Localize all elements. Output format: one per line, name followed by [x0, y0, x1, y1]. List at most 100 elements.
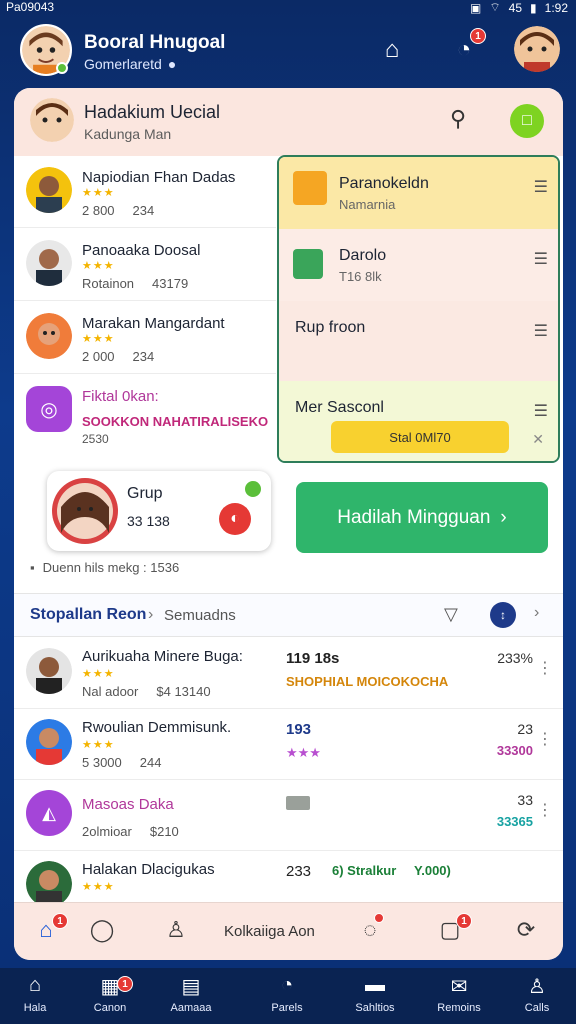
row-name: Masoas Daka [82, 796, 174, 813]
settings-icon[interactable]: ⟳ [510, 917, 542, 943]
more-icon[interactable]: ⋮ [537, 729, 553, 749]
tab-active[interactable]: Stopallan Reon [30, 606, 146, 624]
side-panel: Paranokeldn Namarnia ☰ Darolo T16 8lk ☰ … [277, 155, 560, 463]
add-button[interactable]: □ [510, 104, 544, 138]
user-avatar[interactable] [514, 26, 560, 72]
signal-text: 45 [508, 0, 523, 15]
user-name: Napiodian Fhan Dadas [82, 169, 236, 186]
nav-label: Sahltios [355, 1002, 395, 1014]
weekly-reward-button[interactable]: Hadilah Mingguan › [296, 482, 548, 553]
side-item[interactable]: Rup froon ☰ [279, 301, 558, 381]
side-item[interactable]: Paranokeldn Namarnia ☰ [279, 157, 558, 229]
box-icon [293, 171, 327, 205]
home-icon[interactable]: ⌂ [372, 30, 412, 70]
row-name: Halakan Dlacigukas [82, 861, 215, 878]
home-badge: 1 [52, 913, 68, 929]
close-icon[interactable]: ✕ [532, 431, 544, 448]
main-card: Hadakium Uecial Kadunga Man ⚲ □ Napiodia… [14, 88, 563, 960]
person-icon: ♙ [528, 976, 546, 998]
nav-profile[interactable]: ♙ Calls [504, 974, 570, 1014]
coin-count: 2 000 [82, 349, 115, 364]
chevron-right-icon: › [500, 506, 507, 528]
sort-button[interactable]: ↕ [490, 602, 516, 628]
row-percent: 23 [517, 721, 533, 737]
user-avatar [26, 719, 72, 765]
location-icon: ● [167, 56, 177, 72]
list-row[interactable]: ◭ Masoas Daka 2olmioar $210 33 33365 ⋮ [14, 780, 563, 851]
side-item-title: Rup froon [295, 319, 366, 336]
list-row[interactable]: Aurikuaha Minere Buga: ★★★ Nal adoor $4 1… [14, 638, 563, 709]
gift-badge: 1 [456, 913, 472, 929]
gift-count: 234 [132, 203, 155, 218]
user-avatar [26, 167, 72, 213]
weekly-reward-label: Hadilah Mingguan [337, 506, 491, 528]
nav-mail[interactable]: ✉ Remoins [426, 974, 492, 1014]
user-item[interactable]: Napiodian Fhan Dadas ★★★ 2 800 234 [14, 155, 276, 228]
nav-label: Aamaaa [170, 1002, 212, 1014]
home-icon[interactable]: ⌂ 1 [30, 913, 68, 943]
news-icon: ▤ [181, 976, 201, 998]
app-title: Booral Hnugoal [84, 32, 226, 53]
more-icon[interactable]: ⋮ [537, 658, 553, 678]
filter-icon[interactable]: ▽ [444, 604, 458, 625]
nav-chat[interactable]: ◔ Parels [254, 974, 320, 1014]
chat-icon[interactable]: ◯ [86, 917, 118, 943]
card-subtitle: Kadunga Man [84, 126, 172, 142]
row-name: Rwoulian Demmisunk. [82, 719, 232, 736]
side-item-sub: T16 8lk [339, 269, 382, 284]
user-meta-2: 43179 [152, 276, 189, 291]
card-nav-center[interactable]: Kolkaiiga Aon [224, 923, 315, 940]
gift-icon[interactable]: ▢ 1 [434, 913, 472, 943]
comment-icon[interactable]: ◌ [354, 913, 386, 943]
user-avatar [26, 240, 72, 286]
nav-home[interactable]: ⌂ Hala [2, 974, 68, 1014]
row-value: 119 18s [286, 650, 340, 667]
more-icon[interactable]: ⋮ [537, 800, 553, 820]
sort-icon[interactable]: ☰ [534, 321, 548, 341]
user-item[interactable]: ◎ Fiktal 0kan: SOOKKON NAHATIRALISEKO 25… [14, 374, 276, 462]
rating-stars: ★★★ [82, 187, 115, 199]
person-icon[interactable]: ♙ [160, 917, 192, 943]
ticket-icon [286, 796, 310, 810]
card-header: Hadakium Uecial Kadunga Man ⚲ □ [14, 88, 563, 156]
user-avatar [26, 861, 72, 907]
row-name: Aurikuaha Minere Buga: [82, 648, 243, 665]
user-name: Marakan Mangardant [82, 315, 225, 332]
user-item[interactable]: Panoaaka Doosal ★★★ Rotainon 43179 [14, 228, 276, 301]
group-card[interactable]: Grup 33 138 ◐ [47, 471, 271, 551]
sort-icon[interactable]: ☰ [534, 249, 548, 269]
sort-icon[interactable]: ☰ [534, 401, 548, 421]
user-name: Panoaaka Doosal [82, 242, 201, 259]
row-value: 193 [286, 721, 312, 738]
gift-count: 234 [132, 349, 155, 364]
sort-icon[interactable]: ☰ [534, 177, 548, 197]
rating-stars: ★★★ [82, 881, 115, 893]
nav-calendar[interactable]: ▦ Canon 1 [77, 974, 143, 1014]
row-percent-2: 33365 [496, 814, 533, 829]
next-icon[interactable]: › [534, 604, 539, 622]
tab-all[interactable]: Semuadns [164, 607, 236, 624]
row-tag: 6) Stralkur [332, 863, 397, 878]
app-subtitle: Gomerlaretd ● [84, 56, 176, 72]
battery-icon: ▮ [530, 0, 537, 15]
claim-button[interactable]: Stal 0Ml70 [331, 421, 509, 453]
nav-news[interactable]: ▤ Aamaaa [158, 974, 224, 1014]
list-row[interactable]: Rwoulian Demmisunk. ★★★ 5 3000 244 193 ★★… [14, 709, 563, 780]
app-subtitle-text: Gomerlaretd [84, 56, 162, 72]
chevron-right-icon: › [148, 606, 154, 623]
row-meta-2: $210 [149, 824, 179, 839]
row-percent-2: 33300 [496, 743, 533, 758]
nav-label: Parels [271, 1002, 303, 1014]
rating-stars: ★★★ [82, 260, 115, 272]
side-item[interactable]: Mer Sasconl ☰ Stal 0Ml70 ✕ [279, 381, 558, 461]
clock: 1:92 [544, 0, 568, 15]
nav-list[interactable]: ▬ Sahltios [342, 974, 408, 1014]
user-item[interactable]: Marakan Mangardant ★★★ 2 000 234 [14, 301, 276, 374]
chrome-icon: ◐ [219, 503, 251, 535]
coin-count: 2 800 [82, 203, 115, 218]
bottom-nav: ⌂ Hala ▦ Canon 1 ▤ Aamaaa ◔ Parels ▬ Sahltios… [0, 968, 576, 1024]
search-icon[interactable]: ⚲ [450, 106, 466, 132]
home-icon: ⌂ [28, 974, 42, 996]
side-item[interactable]: Darolo T16 8lk ☰ [279, 229, 558, 301]
chat-icon[interactable]: ◔ 1 [444, 28, 486, 70]
